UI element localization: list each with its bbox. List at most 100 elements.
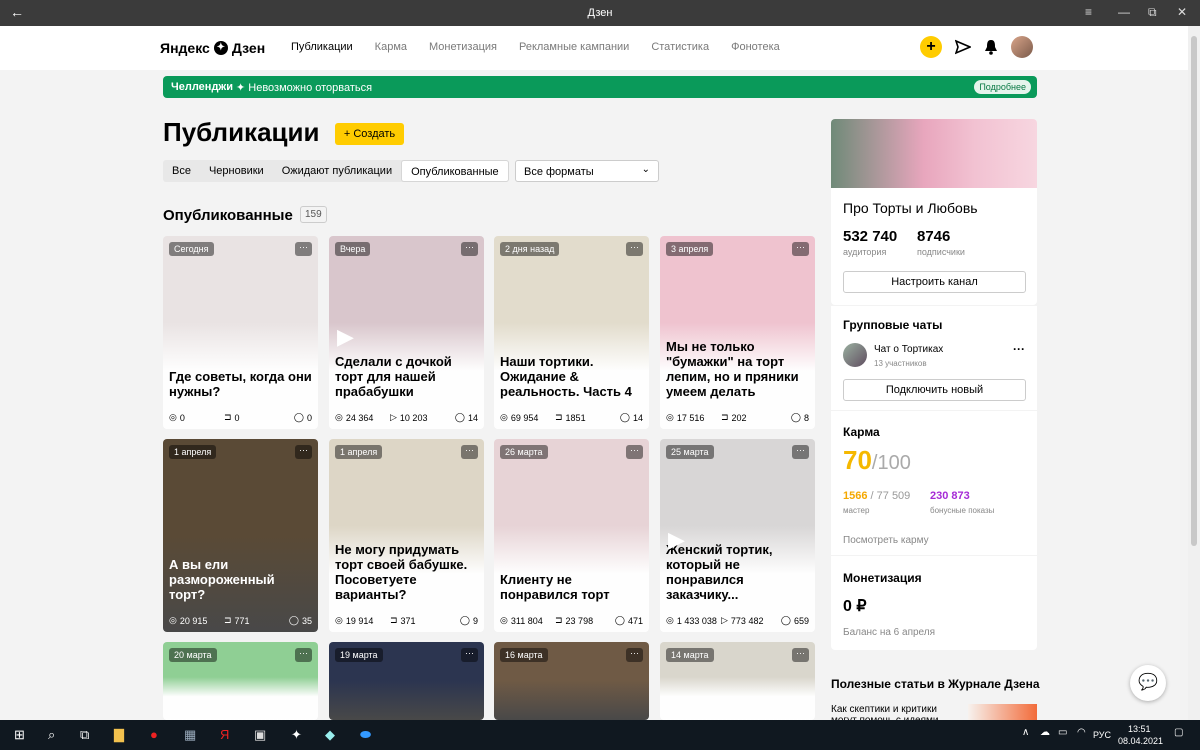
scrollbar-thumb[interactable] — [1191, 36, 1197, 546]
publication-card[interactable]: 16 марта ··· — [494, 642, 649, 720]
store-icon[interactable]: ▣ — [254, 727, 266, 743]
logo[interactable]: Яндекс ✦ Дзен — [160, 40, 265, 56]
yandex-icon[interactable]: Я — [220, 727, 229, 742]
channel-settings-button[interactable]: Настроить канал — [843, 271, 1026, 293]
comments-stat: ◯ 35 — [279, 615, 312, 626]
chat-support-icon[interactable]: 💬 — [1130, 665, 1166, 701]
video-play-icon[interactable]: ▶ — [337, 324, 354, 350]
chat-name[interactable]: Чат о Тортиках — [874, 344, 943, 355]
card-more-icon[interactable]: ··· — [295, 445, 312, 459]
nav-publications[interactable]: Публикации — [291, 41, 353, 53]
chevron-down-icon: ⌄ — [641, 164, 650, 175]
card-more-icon[interactable]: ··· — [295, 242, 312, 256]
menu-icon[interactable]: ≡ — [1085, 5, 1092, 19]
create-button[interactable]: + Создать — [335, 123, 404, 145]
maximize-icon[interactable]: ⧉ — [1148, 5, 1157, 20]
publication-card[interactable]: 2 дня назад ··· Наши тортики. Ожидание & р… — [494, 236, 649, 429]
journal-article[interactable]: Как скептики и критики могут помочь с ид… — [831, 704, 949, 720]
video-play-icon[interactable]: ▶ — [668, 527, 685, 553]
comment-icon: ◯ — [790, 412, 801, 422]
views-value: 19 914 — [345, 615, 374, 626]
close-icon[interactable]: ✕ — [1177, 5, 1187, 19]
tab-published[interactable]: Опубликованные — [401, 160, 509, 182]
battery-icon[interactable]: ▭ — [1058, 727, 1067, 738]
bonus-value: 230 873 — [930, 490, 970, 502]
karma-link[interactable]: Посмотреть карму — [843, 535, 929, 546]
app-icon[interactable]: ◆ — [325, 727, 335, 743]
eye-icon: ◎ — [335, 412, 343, 422]
card-title[interactable]: Наши тортики. Ожидание & реальность. Час… — [500, 354, 643, 399]
main-nav: Публикации Карма Монетизация Рекламные к… — [291, 41, 802, 53]
card-stats: ◎ 24 364 ▷ 10 203 ◯ 14 — [335, 412, 478, 423]
publication-card[interactable]: 26 марта ··· Клиенту не понравился торт ◎ 31… — [494, 439, 649, 632]
card-title[interactable]: Мы не только "бумажки" на торт лепим, но… — [666, 339, 809, 399]
card-title[interactable]: Клиенту не понравился торт — [500, 572, 643, 602]
card-more-icon[interactable]: ··· — [626, 242, 643, 256]
publication-card[interactable]: Сегодня ··· Где советы, когда они нужны? ◎ 0… — [163, 236, 318, 429]
tab-pending[interactable]: Ожидают публикации — [273, 160, 401, 182]
card-more-icon[interactable]: ··· — [792, 648, 809, 662]
add-icon[interactable]: + — [920, 36, 942, 58]
banner-more-button[interactable]: Подробнее — [974, 80, 1031, 94]
app2-icon[interactable]: ⬬ — [360, 727, 371, 743]
publication-card[interactable]: 3 апреля ··· Мы не только "бумажки" на тор… — [660, 236, 815, 429]
tab-drafts[interactable]: Черновики — [200, 160, 273, 182]
zen-star-icon: ✦ — [213, 41, 228, 55]
card-title[interactable]: Сделали с дочкой торт для нашей прабабуш… — [335, 354, 478, 399]
zen-app-icon[interactable]: ✦ — [291, 727, 302, 743]
card-more-icon[interactable]: ··· — [461, 445, 478, 459]
reads-stat: ▷ 10 203 — [390, 412, 445, 423]
nav-karma[interactable]: Карма — [375, 41, 407, 53]
card-more-icon[interactable]: ··· — [461, 242, 478, 256]
minimize-icon[interactable]: — — [1118, 5, 1130, 19]
yandex-browser-icon[interactable]: ● — [150, 727, 158, 742]
search-icon[interactable]: ⌕ — [48, 727, 55, 743]
card-more-icon[interactable]: ··· — [295, 648, 312, 662]
card-more-icon[interactable]: ··· — [626, 445, 643, 459]
nav-stats[interactable]: Статистика — [651, 41, 709, 53]
publication-card[interactable]: Вчера ··· Сделали с дочкой торт для нашей … — [329, 236, 484, 429]
publication-card[interactable]: 20 марта ··· — [163, 642, 318, 720]
bell-icon[interactable] — [984, 39, 998, 55]
cloud-icon[interactable]: ☁ — [1040, 727, 1050, 738]
lang-indicator[interactable]: РУС — [1093, 730, 1111, 740]
wifi-icon[interactable]: ◠ — [1077, 727, 1086, 738]
nav-ads[interactable]: Рекламные кампании — [519, 41, 629, 53]
card-more-icon[interactable]: ··· — [461, 648, 478, 662]
journal-thumbnail[interactable] — [968, 704, 1037, 720]
folder-icon[interactable]: ▇ — [114, 727, 124, 743]
tray-chevron-icon[interactable]: ∧ — [1022, 727, 1029, 738]
eye-icon: ◎ — [335, 615, 343, 625]
challenge-banner[interactable]: Челленджи ✦ Невозможно оторваться Подроб… — [163, 76, 1037, 98]
publication-card[interactable]: 1 апреля ··· А вы ели размороженный торт? ◎… — [163, 439, 318, 632]
card-more-icon[interactable]: ··· — [792, 242, 809, 256]
money-balance: Баланс на 6 апреля — [843, 627, 936, 638]
windows-start-icon[interactable]: ⊞ — [14, 727, 25, 743]
card-title[interactable]: Не могу придумать торт своей бабушке. По… — [335, 542, 478, 602]
card-date: 1 апреля — [335, 445, 383, 459]
card-more-icon[interactable]: ··· — [626, 648, 643, 662]
nav-phonoteka[interactable]: Фонотека — [731, 41, 780, 53]
views-stat: ◎ 1 433 038 — [666, 615, 721, 626]
notifications-icon[interactable]: ▢ — [1174, 727, 1183, 738]
scrollbar[interactable] — [1188, 26, 1200, 720]
format-select[interactable]: Все форматы ⌄ — [515, 160, 659, 182]
avatar[interactable] — [1011, 36, 1033, 58]
card-title[interactable]: Где советы, когда они нужны? — [169, 369, 312, 399]
card-title[interactable]: Женский тортик, который не понравился за… — [666, 542, 809, 602]
chat-more-icon[interactable]: ··· — [1013, 342, 1025, 356]
publication-card[interactable]: 25 марта ··· Женский тортик, который не по… — [660, 439, 815, 632]
task-view-icon[interactable]: ⧉ — [80, 727, 89, 743]
publication-card[interactable]: 1 апреля ··· Не могу придумать торт своей … — [329, 439, 484, 632]
channel-name[interactable]: Про Торты и Любовь — [843, 200, 978, 216]
channel-cover — [831, 119, 1037, 188]
publication-card[interactable]: 14 марта ··· — [660, 642, 815, 720]
send-icon[interactable] — [955, 39, 971, 55]
card-title[interactable]: А вы ели размороженный торт? — [169, 557, 312, 602]
connect-chat-button[interactable]: Подключить новый — [843, 379, 1026, 401]
nav-monetization[interactable]: Монетизация — [429, 41, 497, 53]
card-more-icon[interactable]: ··· — [792, 445, 809, 459]
publication-card[interactable]: 19 марта ··· — [329, 642, 484, 720]
calculator-icon[interactable]: ▦ — [184, 727, 196, 743]
tab-all[interactable]: Все — [163, 160, 200, 182]
